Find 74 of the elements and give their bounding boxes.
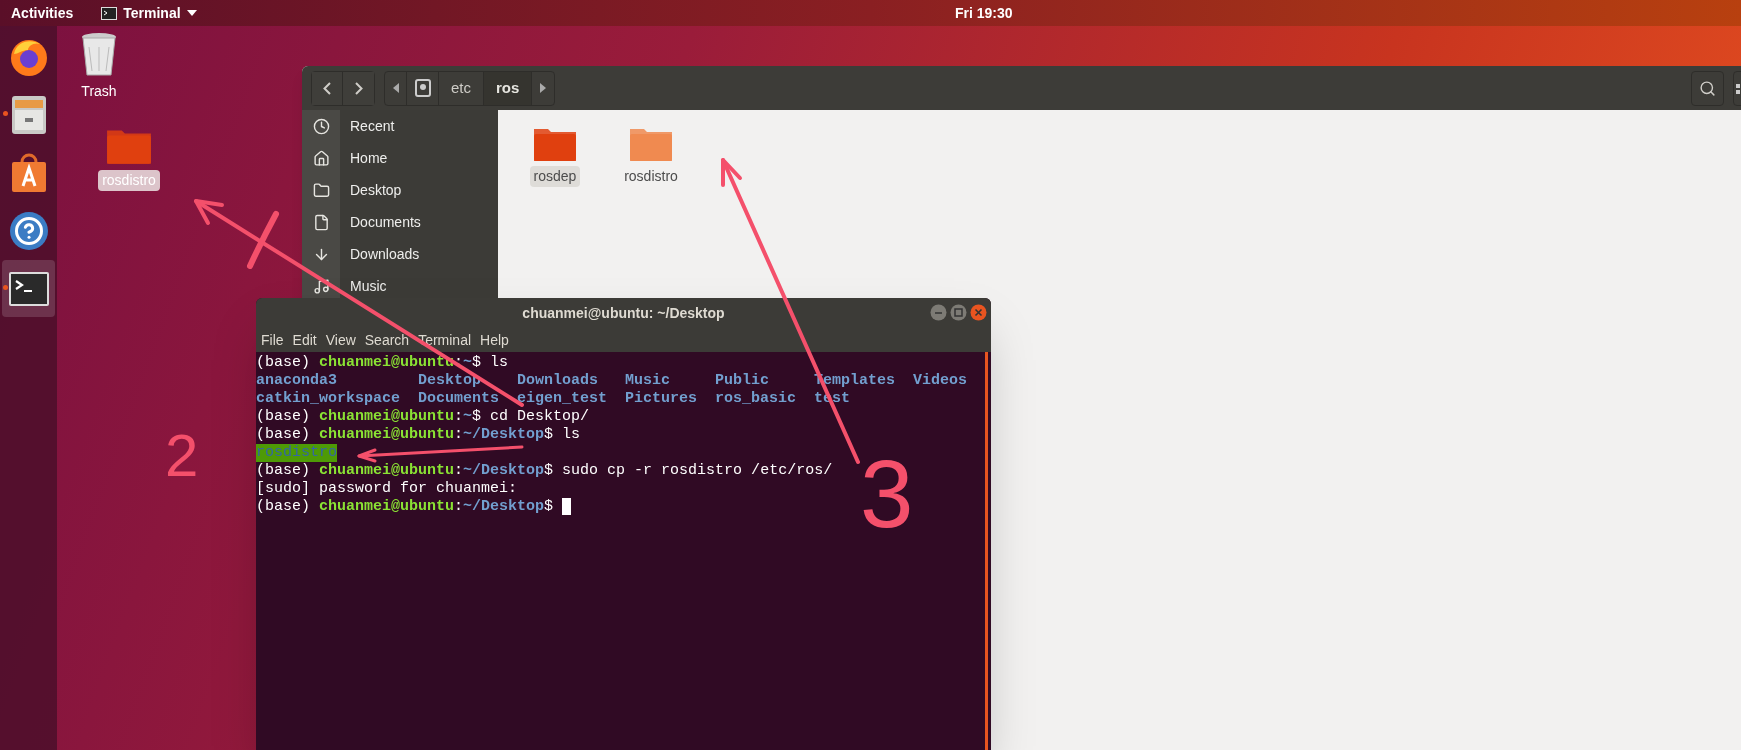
prompt-separator: :: [454, 408, 464, 426]
clock[interactable]: Fri 19:30: [955, 2, 1013, 24]
prompt-env: (base): [256, 426, 311, 444]
prompt-path: ~/Desktop: [463, 498, 545, 516]
directory-name: Music: [625, 372, 672, 390]
prompt-user: chuanmei@ubuntu: [319, 408, 455, 426]
menu-item[interactable]: Edit: [292, 329, 317, 351]
directory-name: Public: [715, 372, 771, 390]
prompt-separator: :: [454, 462, 464, 480]
directory-name: eigen_test: [517, 390, 609, 408]
sidebar-item[interactable]: Desktop: [302, 179, 498, 201]
output-text: [sudo] password for chuanmei:: [256, 480, 518, 498]
prompt-path: ~: [463, 408, 473, 426]
menu-item[interactable]: Terminal: [418, 329, 472, 351]
sidebar-item[interactable]: Music: [302, 275, 498, 297]
prompt-separator: :: [454, 498, 464, 516]
sidebar-label: Recent: [350, 116, 395, 136]
prompt-separator: :: [454, 426, 464, 444]
folder-label: rosdep: [529, 166, 581, 187]
prompt-env: (base): [256, 408, 311, 426]
command-text: ls: [490, 354, 509, 372]
prompt-path: ~/Desktop: [463, 426, 545, 444]
activities-button[interactable]: Activities: [11, 2, 74, 24]
prompt-user: chuanmei@ubuntu: [319, 462, 455, 480]
sidebar-item[interactable]: Downloads: [302, 243, 498, 265]
annotation-number: 3: [860, 446, 914, 542]
prompt-symbol: $: [544, 498, 555, 516]
prompt-env: (base): [256, 498, 311, 516]
command-text: cd Desktop/: [490, 408, 590, 426]
prompt-env: (base): [256, 354, 311, 372]
prompt-user: chuanmei@ubuntu: [319, 354, 455, 372]
prompt-user: chuanmei@ubuntu: [319, 426, 455, 444]
directory-name: Downloads: [517, 372, 600, 390]
desktop-icon[interactable]: Trash: [54, 31, 144, 102]
sidebar-item[interactable]: Recent: [302, 115, 498, 137]
directory-name: Documents: [418, 390, 501, 408]
prompt-separator: :: [454, 354, 464, 372]
annotation-number: 2: [165, 426, 199, 486]
app-menu[interactable]: Terminal: [101, 2, 197, 24]
directory-name: Pictures: [625, 390, 699, 408]
directory-name: rosdistro: [256, 444, 337, 462]
sidebar-label: Music: [350, 276, 387, 296]
prompt-env: (base): [256, 462, 311, 480]
icon-label: rosdistro: [98, 170, 160, 191]
directory-name: Desktop: [418, 372, 483, 390]
prompt-path: ~: [463, 354, 473, 372]
command-text: ls: [562, 426, 581, 444]
menu-item[interactable]: File: [261, 329, 284, 351]
path-segment[interactable]: ros: [484, 71, 533, 105]
folder-item[interactable]: rosdistro: [616, 123, 686, 187]
directory-name: anaconda3: [256, 372, 338, 390]
sidebar-item[interactable]: Documents: [302, 211, 498, 233]
menu-item[interactable]: View: [325, 329, 356, 351]
sidebar-label: Home: [350, 148, 388, 168]
window-title: chuanmei@ubuntu: ~/Desktop: [522, 303, 725, 323]
sidebar-label: Desktop: [350, 180, 402, 200]
menu-item[interactable]: Search: [364, 329, 410, 351]
icon-label: Trash: [80, 82, 118, 101]
prompt-user: chuanmei@ubuntu: [319, 498, 455, 516]
directory-name: Videos: [913, 372, 969, 390]
sidebar-label: Documents: [350, 212, 421, 232]
prompt-symbol: $: [472, 354, 483, 372]
menu-item[interactable]: Help: [480, 329, 509, 351]
prompt-symbol: $: [544, 426, 555, 444]
prompt-path: ~/Desktop: [463, 462, 545, 480]
prompt-symbol: $: [544, 462, 555, 480]
folder-item[interactable]: rosdep: [520, 123, 590, 187]
prompt-symbol: $: [472, 408, 483, 426]
sidebar-label: Downloads: [350, 244, 420, 264]
sidebar-item[interactable]: Home: [302, 147, 498, 169]
folder-label: rosdistro: [623, 167, 679, 186]
directory-name: catkin_workspace: [256, 390, 402, 408]
directory-name: ros_basic: [715, 390, 798, 408]
command-text: sudo cp -r rosdistro /etc/ros/: [562, 462, 833, 480]
